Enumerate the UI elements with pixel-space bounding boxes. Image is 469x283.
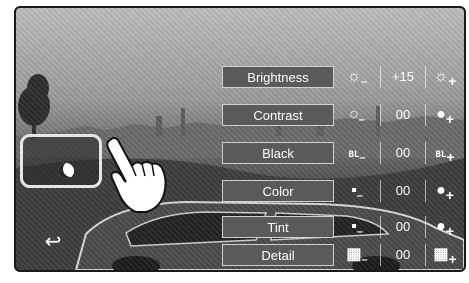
setting-row-detail: Detail ▦– 00 ▦+: [222, 244, 462, 267]
setting-label[interactable]: Brightness: [222, 66, 334, 88]
setting-label[interactable]: Tint: [222, 216, 334, 238]
bl-plus-icon: BL: [435, 150, 447, 160]
black-plus-button[interactable]: BL+: [428, 142, 462, 165]
day-night-toggle-button[interactable]: [20, 134, 102, 188]
moon-icon: [58, 163, 74, 179]
setting-label[interactable]: Color: [222, 180, 334, 202]
detail-minus-button[interactable]: ▦–: [338, 244, 376, 266]
brightness-value: +15: [380, 66, 426, 88]
setting-label[interactable]: Contrast: [222, 104, 334, 126]
black-minus-button[interactable]: BL–: [338, 142, 376, 164]
contrast-plus-button[interactable]: ●+: [428, 104, 462, 127]
setting-label[interactable]: Detail: [222, 244, 334, 266]
circle-outline-icon: ○: [349, 106, 359, 123]
tint-plus-button[interactable]: ●+: [428, 216, 462, 239]
color-plus-icon: ●: [436, 182, 446, 199]
sun-dim-icon: ☼: [346, 68, 362, 85]
sun-bright-icon: ☼: [433, 68, 449, 85]
checker-minus-icon: ▦: [346, 246, 362, 263]
color-minus-button[interactable]: ▪–: [338, 180, 376, 202]
tint-minus-button[interactable]: ▪–: [338, 216, 376, 238]
setting-row-tint: Tint ▪– 00 ●+: [222, 216, 462, 239]
contrast-minus-button[interactable]: ○–: [338, 104, 376, 126]
detail-plus-button[interactable]: ▦+: [428, 244, 462, 267]
brightness-minus-button[interactable]: ☼–: [338, 66, 376, 88]
brightness-plus-button[interactable]: ☼+: [428, 66, 462, 89]
tint-value: 00: [380, 216, 426, 238]
setting-row-color: Color ▪– 00 ●+: [222, 180, 462, 203]
setting-row-contrast: Contrast ○– 00 ●+: [222, 104, 462, 127]
setting-label[interactable]: Black: [222, 142, 334, 164]
back-arrow-icon: ↩: [44, 231, 62, 253]
tint-plus-icon: ●: [436, 218, 446, 235]
color-value: 00: [380, 180, 426, 202]
circle-filled-icon: ●: [436, 106, 446, 123]
setting-row-brightness: Brightness ☼– +15 ☼+: [222, 66, 462, 89]
screen-frame: Brightness ☼– +15 ☼+ Contrast ○– 00 ●+ B…: [14, 6, 466, 272]
bl-minus-icon: BL: [348, 150, 360, 160]
contrast-value: 00: [380, 104, 426, 126]
color-plus-button[interactable]: ●+: [428, 180, 462, 203]
back-button[interactable]: ↩: [38, 230, 68, 254]
pointing-hand-icon: [106, 137, 167, 213]
setting-row-black: Black BL– 00 BL+: [222, 142, 462, 165]
detail-value: 00: [380, 244, 426, 266]
checker-plus-icon: ▦: [433, 246, 449, 263]
black-value: 00: [380, 142, 426, 164]
